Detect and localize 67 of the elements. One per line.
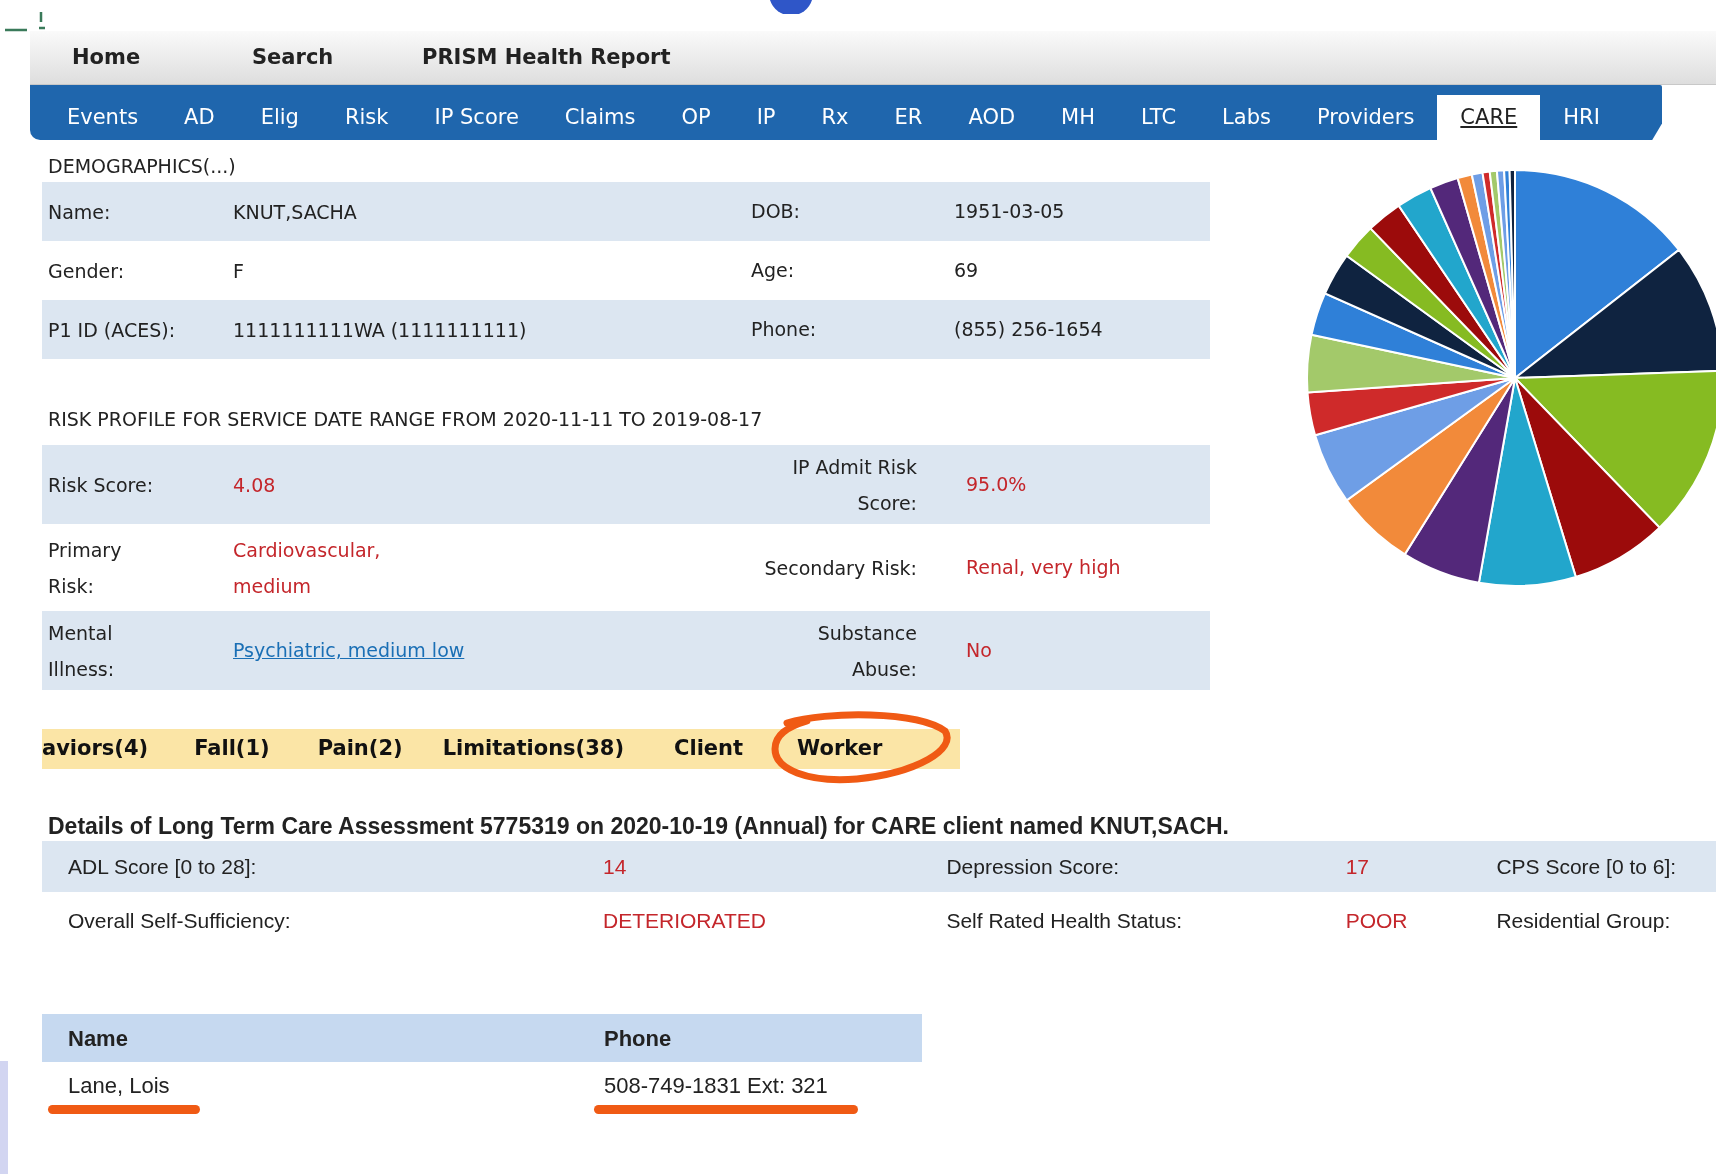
tab[interactable]: IP xyxy=(733,95,799,140)
assessment-heading: Details of Long Term Care Assessment 5775319 on 2020-10-19 (Annual) for CARE client named KNUT,SACH. xyxy=(47,812,1230,841)
tab[interactable]: Claims xyxy=(541,95,659,140)
tab[interactable]: Risk xyxy=(321,95,412,140)
nav-link[interactable]: PRISM Health Report xyxy=(380,41,671,74)
field-value: 17 xyxy=(1345,853,1371,880)
tab[interactable]: aviors(4) xyxy=(42,733,149,765)
tab[interactable]: Rx xyxy=(798,95,872,140)
tab[interactable]: CARE xyxy=(1437,95,1541,140)
section-title: RISK PROFILE FOR SERVICE DATE RANGE FROM 2020-11-11 TO 2019-08-17 xyxy=(47,407,764,432)
field-value: POOR xyxy=(1345,908,1409,935)
field-value: (855) 256-1654 xyxy=(954,317,1104,343)
field-value: F xyxy=(233,258,244,284)
field-value: DETERIORATED xyxy=(603,908,767,935)
nav-link[interactable]: Home xyxy=(30,41,141,74)
field-value: 4.08 xyxy=(233,472,276,498)
field-label: Residential Group: xyxy=(1496,908,1672,935)
field-value: KNUT,SACHA xyxy=(233,199,357,225)
tab[interactable]: MH xyxy=(1038,95,1119,140)
field-value: No xyxy=(966,638,993,664)
tab[interactable]: OP xyxy=(658,95,734,140)
field-label: Gender: xyxy=(47,258,126,284)
field-value: 69 xyxy=(954,258,980,284)
section-title: DEMOGRAPHICS(...) xyxy=(47,154,237,179)
tab[interactable]: IP Score xyxy=(411,95,542,140)
field-label: DOB: xyxy=(751,199,802,225)
field-label: IP Admit Risk Score: xyxy=(791,454,917,516)
table-cell-text: Lane, Lois xyxy=(68,1072,170,1100)
field-value: 95.0% xyxy=(966,472,1028,498)
tab[interactable]: Limitations(38) xyxy=(442,733,625,765)
column-header: Name xyxy=(67,1024,129,1053)
field-value: Cardiovascular, medium xyxy=(233,537,382,599)
field-label: Secondary Risk: xyxy=(763,555,917,581)
field-label: Self Rated Health Status: xyxy=(946,908,1184,935)
field-label: ADL Score [0 to 28]: xyxy=(67,853,258,880)
tab[interactable]: Pain(2) xyxy=(317,733,403,765)
tab[interactable]: Client xyxy=(674,733,744,765)
field-label: Overall Self-Sufficiency: xyxy=(67,908,292,935)
value-link[interactable]: Psychiatric, medium low xyxy=(233,636,465,665)
tab[interactable]: Worker xyxy=(797,733,883,765)
field-label: Mental Illness: xyxy=(47,620,116,682)
field-value: 1111111111WA (1111111111) xyxy=(233,317,527,343)
field-label: Substance Abuse: xyxy=(816,620,917,682)
field-value: 14 xyxy=(603,853,628,880)
tab[interactable]: AOD xyxy=(945,95,1039,140)
field-value: 1951-03-05 xyxy=(954,199,1066,225)
field-label: P1 ID (ACES): xyxy=(47,317,177,343)
tab[interactable]: AD xyxy=(161,95,238,140)
tab[interactable]: ER xyxy=(871,95,946,140)
tab[interactable]: Providers xyxy=(1293,95,1438,140)
tab[interactable]: Events xyxy=(44,95,162,140)
field-label: CPS Score [0 to 6]: xyxy=(1496,853,1678,880)
field-label: Depression Score: xyxy=(946,853,1121,880)
field-label: Phone: xyxy=(751,317,818,343)
tab[interactable]: HRI xyxy=(1540,95,1623,140)
nav-link[interactable]: Search xyxy=(210,41,334,74)
tab[interactable]: Labs xyxy=(1199,95,1294,140)
tab[interactable]: LTC xyxy=(1118,95,1200,140)
field-label: Primary Risk: xyxy=(47,537,123,599)
table-cell-text: 508-749-1831 Ext: 321 xyxy=(604,1072,828,1100)
field-value: Renal, very high xyxy=(966,555,1122,581)
field-label: Name: xyxy=(47,199,112,225)
tab[interactable]: Fall(1) xyxy=(194,733,270,765)
tab[interactable]: Elig xyxy=(237,95,322,140)
field-label: Age: xyxy=(751,258,796,284)
column-header: Phone xyxy=(604,1024,672,1053)
field-label: Risk Score: xyxy=(47,472,155,498)
